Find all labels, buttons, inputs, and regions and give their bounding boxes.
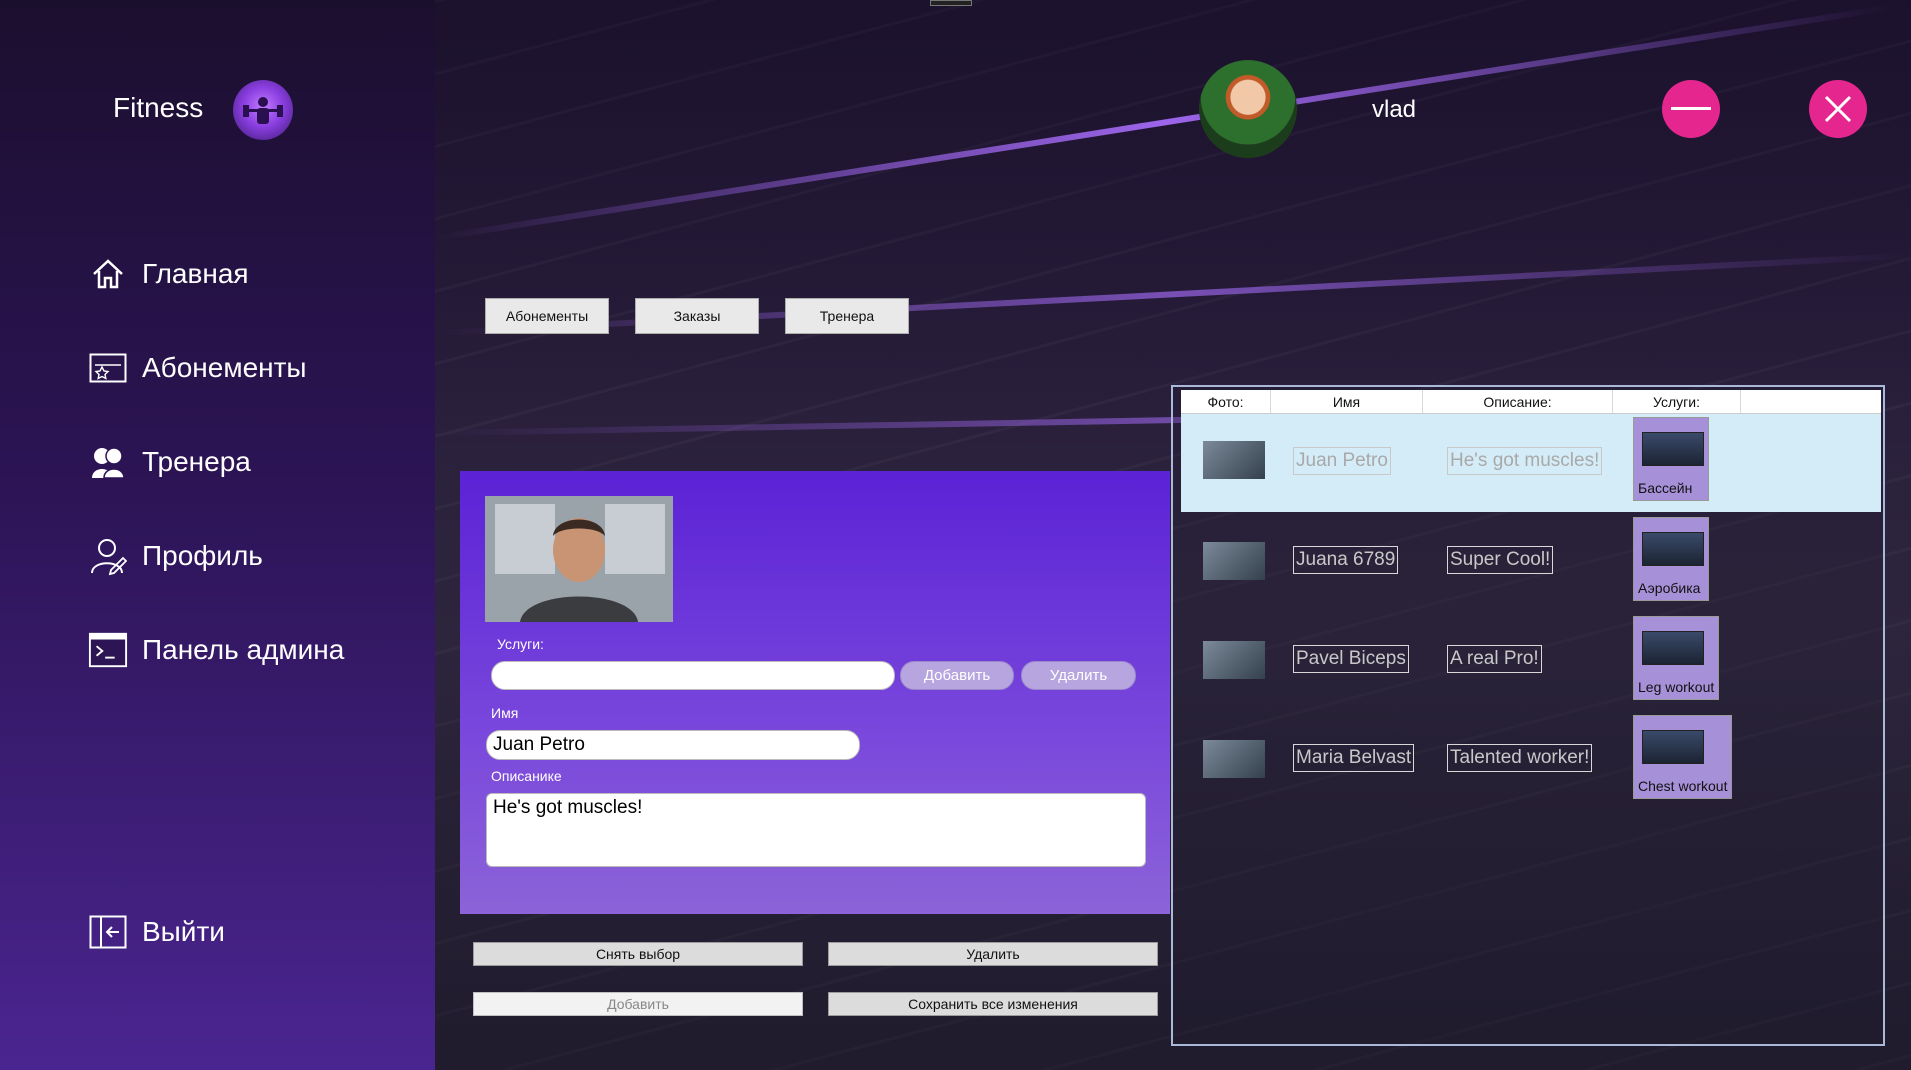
trainer-photo[interactable] [485,496,673,622]
fitness-logo-icon [233,80,293,140]
table-row[interactable]: Juan Petro He's got muscles! Бассейн [1181,414,1881,512]
service-image [1642,730,1704,764]
deselect-button[interactable]: Снять выбор [473,942,803,966]
row-description: A real Pro! [1447,645,1542,673]
service-image [1642,532,1704,566]
minimize-button[interactable] [1662,80,1720,138]
service-image [1642,432,1704,466]
service-tile[interactable]: Leg workout [1633,616,1720,700]
table-row[interactable]: Maria Belvast Talented worker! Chest wor… [1181,711,1881,809]
service-caption: Аэробика [1638,580,1701,596]
column-header-photo[interactable]: Фото: [1181,390,1271,413]
sidebar-item-trainers[interactable]: Тренера [88,442,251,482]
terminal-icon [88,630,128,670]
tab-memberships[interactable]: Абонементы [485,298,609,334]
row-description: Super Cool! [1447,546,1554,574]
close-button[interactable] [1809,80,1867,138]
trainer-thumbnail [1203,441,1265,479]
description-label: Описанике [491,768,562,784]
name-label: Имя [491,705,519,721]
sidebar-item-profile[interactable]: Профиль [88,536,263,576]
drag-handle[interactable] [930,0,972,6]
column-header-filler [1741,390,1881,413]
service-tile[interactable]: Аэробика [1633,517,1709,601]
add-trainer-button[interactable]: Добавить [473,992,803,1016]
sidebar-item-label: Профиль [142,540,263,571]
tab-trainers[interactable]: Тренера [785,298,909,334]
username: vlad [1372,96,1417,123]
logout-label: Выйти [142,916,225,947]
trainer-thumbnail [1203,542,1265,580]
tab-orders[interactable]: Заказы [635,298,759,334]
services-input[interactable] [491,661,895,690]
sidebar-item-admin-panel[interactable]: Панель админа [88,630,344,670]
description-field[interactable]: He's got muscles! [486,793,1146,867]
sidebar-item-label: Панель админа [142,634,345,665]
minimize-icon [1671,107,1711,110]
column-header-description[interactable]: Описание: [1423,390,1613,413]
row-description: Talented worker! [1447,744,1593,772]
column-header-services[interactable]: Услуги: [1613,390,1741,413]
trainers-table[interactable]: Фото: Имя Описание: Услуги: Juan Petro H… [1171,385,1885,1046]
logout-button[interactable]: Выйти [88,912,225,952]
membership-card-icon [88,348,128,388]
close-icon [1824,95,1852,123]
trainer-thumbnail [1203,740,1265,778]
sidebar-item-label: Тренера [142,446,251,477]
logout-icon [88,912,128,952]
sidebar: Fitness Главная Абонементы Тренера Профи… [0,0,435,1070]
avatar[interactable] [1199,60,1297,158]
trainer-portrait-image [485,496,673,622]
sidebar-item-home[interactable]: Главная [88,254,249,294]
service-image [1642,631,1704,665]
add-service-button[interactable]: Добавить [900,661,1014,690]
row-description: He's got muscles! [1447,447,1603,475]
service-caption: Leg workout [1638,679,1715,695]
table-row[interactable]: Juana 6789 Super Cool! Аэробика [1181,513,1881,611]
save-all-button[interactable]: Сохранить все изменения [828,992,1158,1016]
delete-button[interactable]: Удалить [828,942,1158,966]
home-icon [88,254,128,294]
column-header-name[interactable]: Имя [1271,390,1423,413]
row-name: Juan Petro [1293,447,1391,475]
trainers-icon [88,442,128,482]
service-caption: Бассейн [1638,480,1693,496]
sidebar-item-label: Абонементы [142,352,307,383]
row-name: Maria Belvast [1293,744,1415,772]
service-tile[interactable]: Бассейн [1633,417,1709,501]
name-field[interactable] [486,730,860,760]
profile-icon [88,536,128,576]
sidebar-item-memberships[interactable]: Абонементы [88,348,307,388]
table-header: Фото: Имя Описание: Услуги: [1181,390,1881,414]
remove-service-button[interactable]: Удалить [1021,661,1136,690]
table-row[interactable]: Pavel Biceps A real Pro! Leg workout [1181,612,1881,710]
service-tile[interactable]: Chest workout [1633,715,1733,799]
services-label: Услуги: [497,636,544,652]
app-title: Fitness [113,92,204,123]
row-name: Pavel Biceps [1293,645,1409,673]
row-name: Juana 6789 [1293,546,1399,574]
service-caption: Chest workout [1638,778,1728,794]
trainer-thumbnail [1203,641,1265,679]
sidebar-item-label: Главная [142,258,249,289]
